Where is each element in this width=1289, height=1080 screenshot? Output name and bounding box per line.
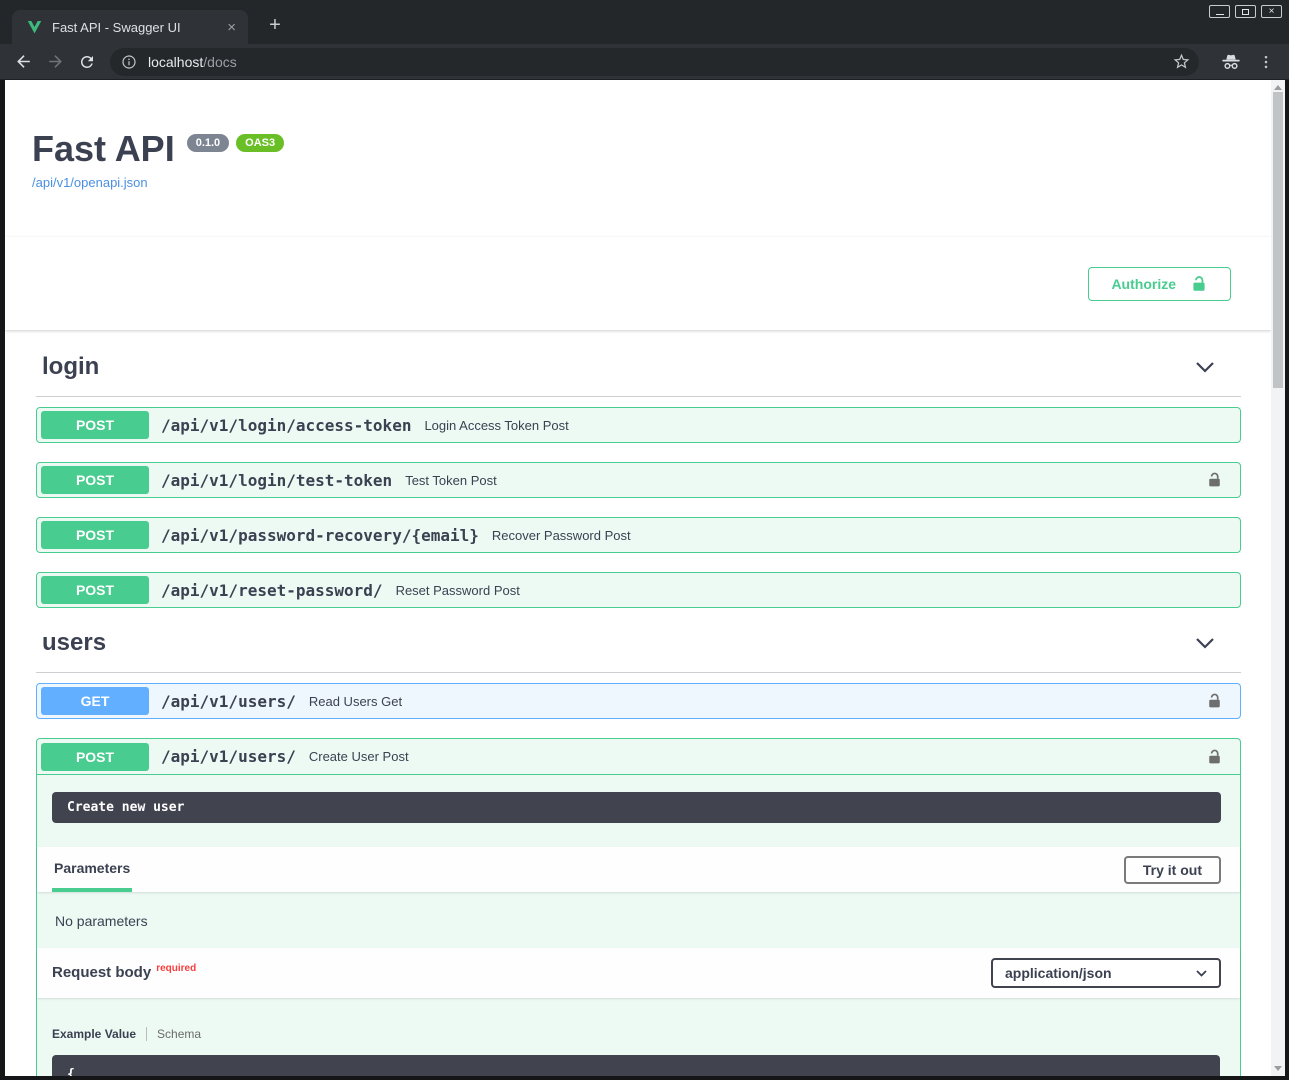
required-label: required (156, 963, 196, 974)
op-path: /api/v1/login/test-token (161, 471, 392, 490)
page-title: Fast API (32, 128, 175, 170)
tag-header-users[interactable]: users (36, 628, 1241, 673)
op-summary: Read Users Get (309, 694, 402, 709)
method-badge: POST (41, 576, 149, 604)
window-controls: × (1209, 5, 1282, 18)
oas3-badge: OAS3 (236, 134, 284, 152)
model-example-section: Example Value Schema { (37, 998, 1240, 1076)
browser-toolbar: localhost/docs (0, 44, 1289, 80)
page-viewport: Fast API 0.1.0 OAS3 /api/v1/openapi.json… (5, 80, 1285, 1076)
opblock-create-user: POST /api/v1/users/ Create User Post Cre… (36, 738, 1241, 1076)
op-description: Create new user (52, 792, 1221, 823)
new-tab-button[interactable]: + (262, 12, 288, 38)
chevron-down-icon[interactable] (1195, 361, 1215, 373)
bookmark-star-icon[interactable] (1172, 52, 1191, 71)
op-path: /api/v1/users/ (161, 747, 296, 766)
address-bar[interactable]: localhost/docs (110, 48, 1199, 76)
window-close-button[interactable]: × (1261, 5, 1282, 18)
forward-button[interactable] (42, 49, 68, 75)
op-row-reset-password[interactable]: POST /api/v1/reset-password/ Reset Passw… (36, 572, 1241, 608)
op-summary: Create User Post (309, 749, 409, 764)
request-body-header: Request body required application/json (37, 948, 1240, 998)
op-path: /api/v1/users/ (161, 692, 296, 711)
window-maximize-button[interactable] (1235, 5, 1256, 18)
lock-icon[interactable] (1206, 471, 1223, 489)
method-badge: POST (41, 411, 149, 439)
schema-tab[interactable]: Schema (157, 1027, 201, 1041)
scrollbar-down-arrow[interactable] (1274, 1066, 1282, 1071)
method-badge: GET (41, 687, 149, 715)
content-type-select[interactable]: application/json (991, 958, 1221, 988)
tag-header-login[interactable]: login (36, 352, 1241, 397)
tag-operations-login: POST /api/v1/login/access-token Login Ac… (36, 397, 1241, 608)
reload-button[interactable] (74, 49, 100, 75)
op-row-password-recovery[interactable]: POST /api/v1/password-recovery/{email} R… (36, 517, 1241, 553)
window-minimize-button[interactable] (1209, 5, 1230, 18)
method-badge: POST (41, 743, 149, 771)
browser-titlebar: Fast API - Swagger UI × + × (0, 0, 1289, 44)
browser-tab[interactable]: Fast API - Swagger UI × (12, 10, 248, 44)
op-row-login-test-token[interactable]: POST /api/v1/login/test-token Test Token… (36, 462, 1241, 498)
minimize-icon (1216, 14, 1224, 15)
chevron-down-icon[interactable] (1195, 637, 1215, 649)
page-info-icon[interactable] (121, 54, 137, 70)
op-path: /api/v1/password-recovery/{email} (161, 526, 479, 545)
op-row-login-access-token[interactable]: POST /api/v1/login/access-token Login Ac… (36, 407, 1241, 443)
method-badge: POST (41, 521, 149, 549)
api-info-section: Fast API 0.1.0 OAS3 /api/v1/openapi.json (5, 80, 1271, 237)
scrollbar-up-arrow[interactable] (1274, 85, 1282, 90)
scheme-container: Authorize (5, 237, 1271, 330)
op-header-create-user[interactable]: POST /api/v1/users/ Create User Post (37, 739, 1240, 775)
select-chevron-icon (1196, 970, 1207, 977)
swagger-page: Fast API 0.1.0 OAS3 /api/v1/openapi.json… (5, 80, 1271, 1076)
scrollbar-thumb[interactable] (1273, 92, 1283, 388)
browser-menu-icon[interactable] (1253, 49, 1279, 75)
tag-name: login (42, 352, 99, 382)
method-badge: POST (41, 466, 149, 494)
try-it-out-button[interactable]: Try it out (1124, 856, 1221, 884)
authorize-button[interactable]: Authorize (1088, 267, 1231, 301)
op-path: /api/v1/login/access-token (161, 416, 411, 435)
example-value-tab[interactable]: Example Value (52, 1027, 136, 1041)
op-summary: Test Token Post (405, 473, 497, 488)
content-type-value: application/json (1005, 965, 1112, 981)
openapi-spec-link[interactable]: /api/v1/openapi.json (32, 175, 148, 190)
incognito-icon (1218, 49, 1244, 75)
example-code-block: { (52, 1055, 1220, 1076)
op-summary: Recover Password Post (492, 528, 631, 543)
op-path: /api/v1/reset-password/ (161, 581, 383, 600)
tab-divider (146, 1027, 147, 1041)
no-parameters-text: No parameters (37, 892, 1240, 948)
page-scrollbar[interactable] (1271, 80, 1285, 1076)
tab-close-icon[interactable]: × (223, 18, 240, 37)
parameters-tab[interactable]: Parameters (52, 847, 132, 892)
tag-operations-users: GET /api/v1/users/ Read Users Get POST /… (36, 673, 1241, 1076)
url-host: localhost (148, 54, 203, 70)
tab-title: Fast API - Swagger UI (52, 20, 223, 35)
url-path: /docs (203, 54, 236, 70)
favicon-v-icon (27, 20, 42, 34)
maximize-icon (1242, 9, 1249, 15)
op-row-read-users[interactable]: GET /api/v1/users/ Read Users Get (36, 683, 1241, 719)
url-text[interactable]: localhost/docs (148, 54, 237, 70)
lock-icon[interactable] (1206, 692, 1223, 710)
back-button[interactable] (10, 49, 36, 75)
tag-name: users (42, 628, 106, 658)
op-summary: Reset Password Post (396, 583, 520, 598)
lock-icon[interactable] (1206, 748, 1223, 766)
op-summary: Login Access Token Post (424, 418, 568, 433)
authorize-label: Authorize (1111, 276, 1176, 292)
operations-wrapper: login POST /api/v1/login/access-token Lo… (5, 330, 1271, 1076)
version-badge: 0.1.0 (187, 134, 229, 152)
request-body-label: Request body (52, 964, 151, 981)
unlock-icon (1190, 275, 1208, 293)
parameters-header: Parameters Try it out (37, 847, 1240, 892)
